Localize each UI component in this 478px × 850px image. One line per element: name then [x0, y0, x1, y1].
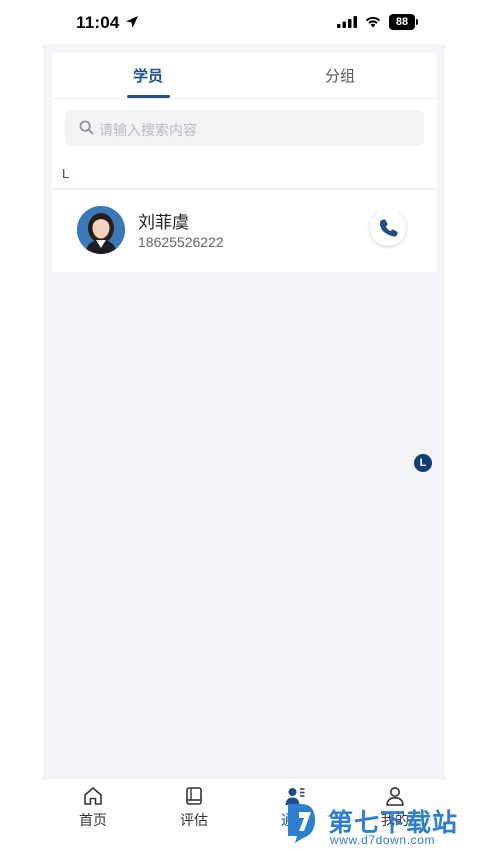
battery-cap [416, 19, 418, 25]
avatar [77, 206, 125, 254]
nav-home[interactable]: 首页 [63, 785, 123, 830]
tab-groups[interactable]: 分组 [300, 65, 380, 86]
contact-name: 刘菲虞 [138, 213, 189, 232]
search-input[interactable]: 请输入搜索内容 [65, 110, 424, 146]
top-card: 学员 分组 请输入搜索内容 L [52, 53, 437, 189]
search-icon [79, 120, 94, 135]
call-button[interactable] [370, 210, 406, 246]
cellular-signal-icon [337, 16, 357, 28]
tab-active-indicator [127, 95, 170, 98]
status-time: 11:04 [76, 13, 120, 32]
book-icon [186, 787, 202, 805]
nav-assessment-label: 评估 [180, 812, 208, 828]
battery-level: 88 [389, 14, 415, 30]
wifi-icon [365, 16, 381, 28]
tab-students[interactable]: 学员 [108, 65, 188, 86]
contact-phone: 18625526222 [138, 234, 224, 250]
screen: 11:04 88 学员 分组 请输入搜索内容 L 刘菲虞 18625526222… [0, 0, 478, 850]
watermark-logo-icon [288, 804, 315, 843]
list-item[interactable]: 刘菲虞 18625526222 [52, 190, 437, 272]
index-letter-l[interactable]: L [414, 454, 432, 472]
watermark: 第七下载站 www.d7down.com [285, 800, 475, 850]
main-content: 学员 分组 请输入搜索内容 L 刘菲虞 18625526222 [43, 44, 445, 778]
section-header-letter: L [62, 166, 70, 181]
nav-home-label: 首页 [79, 812, 107, 828]
phone-icon [379, 219, 398, 237]
segment-tabs: 学员 分组 [52, 53, 437, 99]
watermark-url: www.d7down.com [330, 833, 436, 847]
status-bar: 11:04 88 [0, 0, 478, 44]
search-placeholder: 请输入搜索内容 [99, 122, 197, 138]
nav-assessment[interactable]: 评估 [164, 785, 224, 830]
battery-icon: 88 [389, 14, 419, 30]
divider [52, 188, 437, 189]
avatar-portrait [77, 206, 125, 254]
location-arrow-icon [126, 16, 138, 28]
home-icon [84, 787, 102, 805]
